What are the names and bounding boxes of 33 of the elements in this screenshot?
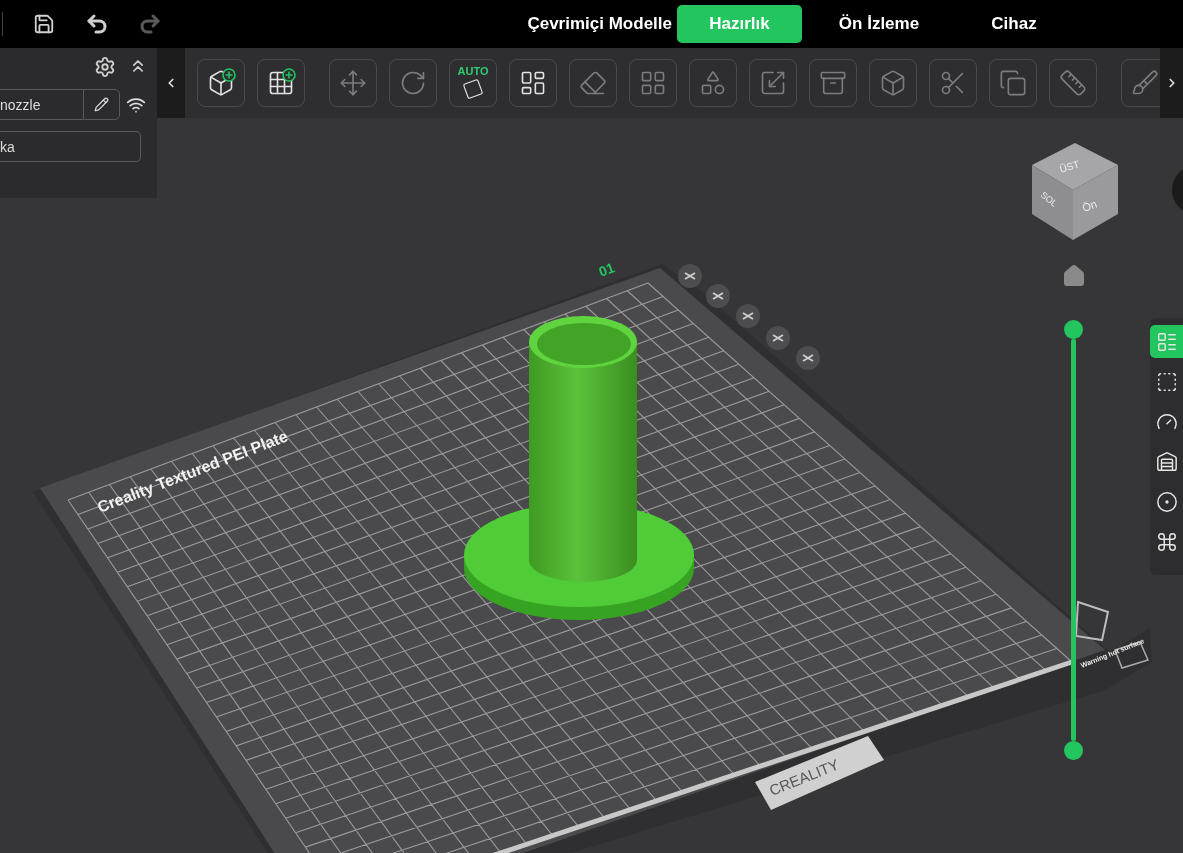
nozzle-field[interactable]: nozzle [0, 89, 83, 120]
filament-field[interactable]: ka [0, 131, 141, 162]
ruler-icon [1058, 68, 1088, 98]
redo-button[interactable] [138, 12, 162, 36]
toolbar-button[interactable] [509, 59, 557, 107]
command-icon [1155, 530, 1178, 553]
tab[interactable]: Çevrimiçi Modelle [507, 5, 672, 43]
home-button[interactable] [1062, 264, 1086, 288]
cube-front-label: Ön [1080, 197, 1099, 214]
view-cube[interactable] [1032, 143, 1118, 240]
edit-button[interactable] [83, 89, 120, 120]
shed-icon [1155, 450, 1178, 473]
undo-button[interactable] [85, 12, 109, 36]
list-icon [1155, 330, 1178, 353]
move-icon [338, 68, 368, 98]
toolbar-button[interactable] [257, 59, 305, 107]
cube-left-label: SOL [1038, 189, 1060, 209]
cube-top-label: ÜST [1058, 158, 1081, 175]
plate-close-button[interactable] [678, 264, 702, 288]
tab[interactable]: Cihaz [956, 5, 1072, 43]
dashed-square-icon [1155, 370, 1178, 393]
toolbar-button[interactable] [197, 59, 245, 107]
cylinder-model[interactable] [464, 316, 694, 620]
settings-icon[interactable] [94, 56, 116, 78]
toolbar-button[interactable]: AUTO [449, 59, 497, 107]
lower-thumb[interactable] [1064, 741, 1083, 760]
target-icon [1155, 490, 1178, 513]
plate-number: 01 [596, 259, 617, 280]
pencil-icon [94, 97, 109, 112]
tab[interactable]: Ön İzleme [807, 5, 951, 43]
overlap-squares-icon [998, 68, 1028, 98]
save-button[interactable] [32, 12, 56, 36]
upper-thumb[interactable] [1064, 320, 1083, 339]
